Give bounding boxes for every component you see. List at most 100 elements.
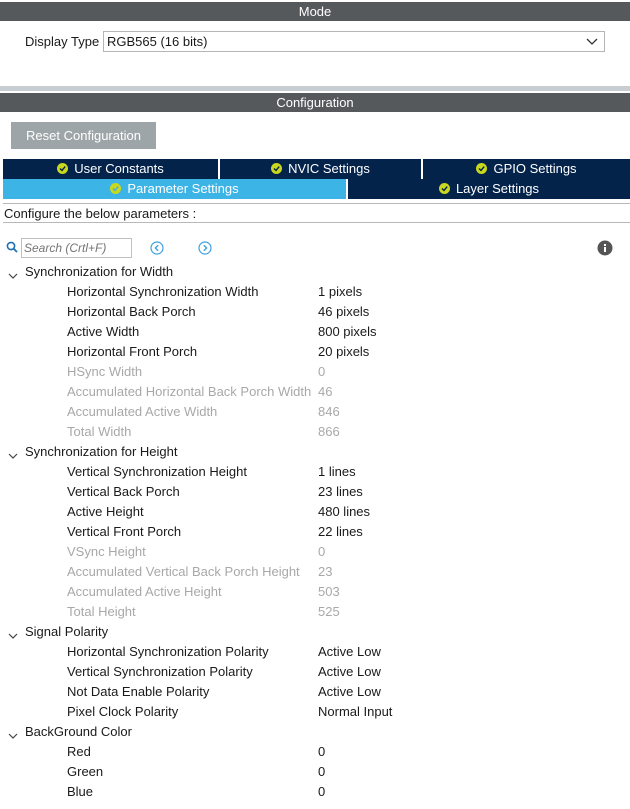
param-name: Total Height: [67, 604, 136, 619]
param-name: Green: [67, 764, 104, 779]
info-icon[interactable]: [597, 240, 613, 259]
param-value[interactable]: 800 pixels: [318, 322, 377, 342]
search-input[interactable]: [21, 238, 132, 258]
check-circle-icon: [57, 163, 69, 174]
display-type-value: RGB565 (16 bits): [107, 34, 208, 49]
param-value[interactable]: 23 lines: [318, 482, 363, 502]
param-row[interactable]: Vertical Back Porch 23 lines: [0, 482, 630, 502]
param-row[interactable]: Green 0: [0, 762, 630, 782]
param-row-disabled: Accumulated Active Height 503: [0, 582, 630, 602]
param-name: Horizontal Synchronization Width: [67, 284, 259, 299]
param-row[interactable]: Active Height 480 lines: [0, 502, 630, 522]
param-name: Vertical Front Porch: [67, 524, 182, 539]
tab-label: NVIC Settings: [288, 161, 370, 176]
param-value[interactable]: 20 pixels: [318, 342, 369, 362]
check-circle-icon: [438, 183, 450, 194]
param-row[interactable]: Blue 0: [0, 782, 630, 802]
configuration-header: Configuration: [0, 93, 630, 112]
display-type-label: Display Type: [25, 34, 100, 49]
param-name: Accumulated Horizontal Back Porch Width: [67, 384, 312, 399]
param-value[interactable]: 0: [318, 742, 325, 762]
group-title: Signal Polarity: [25, 624, 109, 639]
param-name: Horizontal Back Porch: [67, 304, 196, 319]
param-row-disabled: HSync Width 0: [0, 362, 630, 382]
check-circle-icon: [271, 163, 283, 174]
param-value: 866: [318, 424, 340, 439]
param-name: Blue: [67, 784, 94, 799]
display-type-select[interactable]: RGB565 (16 bits): [103, 31, 605, 52]
tab-parameter-settings[interactable]: Parameter Settings: [3, 179, 348, 199]
param-row[interactable]: Vertical Synchronization Height 1 lines: [0, 462, 630, 482]
param-row[interactable]: Horizontal Front Porch 20 pixels: [0, 342, 630, 362]
search-icon: [6, 241, 19, 257]
param-row-disabled: Total Width 866: [0, 422, 630, 442]
param-row[interactable]: Vertical Front Porch 22 lines: [0, 522, 630, 542]
param-value: 23: [318, 564, 333, 579]
param-value[interactable]: 1 pixels: [318, 282, 362, 302]
param-value[interactable]: Active Low: [318, 642, 381, 662]
param-name: Vertical Synchronization Polarity: [67, 664, 253, 679]
param-value[interactable]: 480 lines: [318, 502, 370, 522]
param-value[interactable]: 22 lines: [318, 522, 363, 542]
param-row[interactable]: Pixel Clock Polarity Normal Input: [0, 702, 630, 722]
param-name: Accumulated Active Width: [67, 404, 218, 419]
param-value[interactable]: 1 lines: [318, 462, 356, 482]
param-name: Horizontal Front Porch: [67, 344, 198, 359]
param-name: Red: [67, 744, 91, 759]
param-value: 0: [318, 364, 326, 379]
param-value[interactable]: Active Low: [318, 682, 381, 702]
chevron-right-circle-icon[interactable]: [198, 241, 212, 258]
param-value[interactable]: Normal Input: [318, 702, 392, 722]
tab-label: GPIO Settings: [493, 161, 577, 176]
chevron-left-circle-icon[interactable]: [150, 241, 164, 258]
group-title: BackGround Color: [25, 724, 132, 739]
param-row-disabled: VSync Height 0: [0, 542, 630, 562]
param-row[interactable]: Not Data Enable Polarity Active Low: [0, 682, 630, 702]
configure-instructions: Configure the below parameters :: [3, 203, 630, 223]
param-name: Active Width: [67, 324, 140, 339]
param-row-disabled: Total Height 525: [0, 602, 630, 622]
group-title: Synchronization for Height: [25, 444, 178, 459]
param-row[interactable]: Horizontal Back Porch 46 pixels: [0, 302, 630, 322]
param-name: HSync Width: [67, 364, 143, 379]
section-divider: [0, 86, 630, 91]
param-row[interactable]: Horizontal Synchronization Polarity Activ…: [0, 642, 630, 662]
param-value: 525: [318, 604, 340, 619]
tab-layer-settings[interactable]: Layer Settings: [348, 179, 630, 199]
param-name: Vertical Back Porch: [67, 484, 180, 499]
check-circle-icon: [110, 183, 122, 194]
check-circle-icon: [476, 163, 488, 174]
param-row[interactable]: Vertical Synchronization Polarity Active …: [0, 662, 630, 682]
param-row-disabled: Accumulated Active Width 846: [0, 402, 630, 422]
param-row-disabled: Accumulated Vertical Back Porch Height 23: [0, 562, 630, 582]
param-row[interactable]: Horizontal Synchronization Width 1 pixels: [0, 282, 630, 302]
param-name: Horizontal Synchronization Polarity: [67, 644, 269, 659]
param-row-disabled: Accumulated Horizontal Back Porch Width 4…: [0, 382, 630, 402]
param-value[interactable]: Active Low: [318, 662, 381, 682]
tab-label: Parameter Settings: [127, 181, 239, 196]
param-value[interactable]: 0: [318, 782, 325, 802]
param-value: 0: [318, 544, 326, 559]
tab-label: Layer Settings: [455, 181, 540, 196]
param-name: Accumulated Vertical Back Porch Height: [67, 564, 300, 579]
reset-configuration-button[interactable]: Reset Configuration: [11, 122, 156, 149]
param-name: Accumulated Active Height: [67, 584, 222, 599]
param-value[interactable]: 46 pixels: [318, 302, 369, 322]
param-name: Total Width: [67, 424, 132, 439]
tab-gpio-settings[interactable]: GPIO Settings: [423, 159, 630, 179]
group-title: Synchronization for Width: [25, 264, 174, 279]
tab-user-constants[interactable]: User Constants: [3, 159, 220, 179]
param-value: 846: [318, 404, 340, 419]
param-value[interactable]: 0: [318, 762, 325, 782]
param-row[interactable]: Active Width 800 pixels: [0, 322, 630, 342]
chevron-down-icon: [586, 32, 598, 51]
param-name: Active Height: [67, 504, 144, 519]
param-value: 503: [318, 584, 340, 599]
param-value: 46: [318, 384, 333, 399]
param-row[interactable]: Red 0: [0, 742, 630, 762]
param-name: VSync Height: [67, 544, 146, 559]
param-name: Vertical Synchronization Height: [67, 464, 247, 479]
param-name: Pixel Clock Polarity: [67, 704, 179, 719]
tab-nvic-settings[interactable]: NVIC Settings: [220, 159, 423, 179]
tab-label: User Constants: [74, 161, 164, 176]
